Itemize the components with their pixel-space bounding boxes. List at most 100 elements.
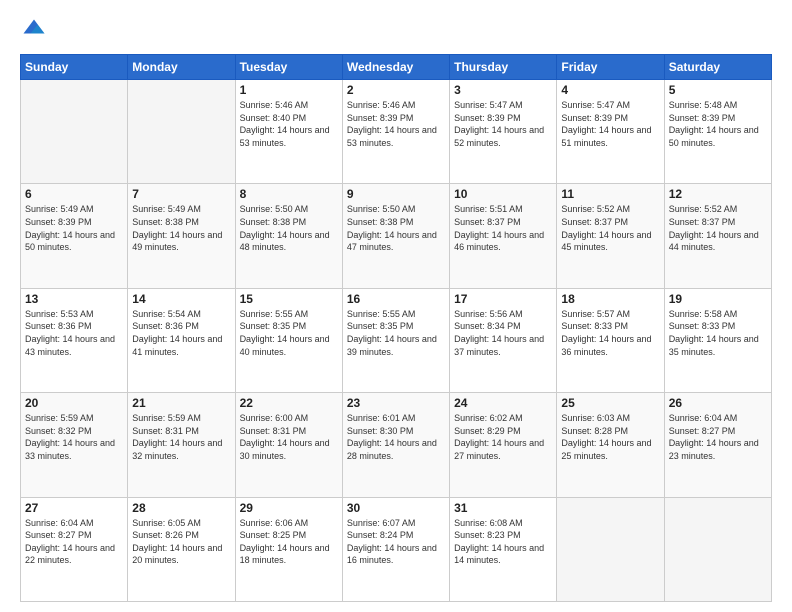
- col-header-saturday: Saturday: [664, 55, 771, 80]
- day-number: 22: [240, 396, 338, 410]
- day-number: 9: [347, 187, 445, 201]
- calendar-cell: 25Sunrise: 6:03 AM Sunset: 8:28 PM Dayli…: [557, 393, 664, 497]
- day-number: 21: [132, 396, 230, 410]
- day-info: Sunrise: 6:07 AM Sunset: 8:24 PM Dayligh…: [347, 517, 445, 567]
- calendar-week-row: 27 Sunrise: 6:04 AM Sunset: 8:27 PM Dayli…: [21, 497, 772, 601]
- day-info: Sunrise: 5:52 AM Sunset: 8:37 PM Dayligh…: [561, 203, 659, 253]
- day-number: 14: [132, 292, 230, 306]
- day-info: Sunrise: 5:55 AM Sunset: 8:35 PM Dayligh…: [347, 308, 445, 358]
- day-info: Sunrise: 5:50 AM Sunset: 8:38 PM Dayligh…: [240, 203, 338, 253]
- calendar-cell: [557, 497, 664, 601]
- day-info: Sunrise: 6:04 AM Sunset: 8:27 PM Dayligh…: [25, 517, 123, 567]
- calendar-cell: 22 Sunrise: 6:00 AM Sunset: 8:31 PM Dayli…: [235, 393, 342, 497]
- day-number: 18: [561, 292, 659, 306]
- day-number: 19: [669, 292, 767, 306]
- calendar-cell: 9 Sunrise: 5:50 AM Sunset: 8:38 PM Daylig…: [342, 184, 449, 288]
- calendar-cell: 15 Sunrise: 5:55 AM Sunset: 8:35 PM Dayli…: [235, 288, 342, 392]
- day-number: 16: [347, 292, 445, 306]
- calendar-cell: 27 Sunrise: 6:04 AM Sunset: 8:27 PM Dayli…: [21, 497, 128, 601]
- calendar-cell: [21, 80, 128, 184]
- day-number: 1: [240, 83, 338, 97]
- day-info: Sunrise: 5:48 AM Sunset: 8:39 PM Dayligh…: [669, 99, 767, 149]
- day-number: 11: [561, 187, 659, 201]
- day-info: Sunrise: 5:55 AM Sunset: 8:35 PM Dayligh…: [240, 308, 338, 358]
- calendar-cell: 3 Sunrise: 5:47 AM Sunset: 8:39 PM Daylig…: [450, 80, 557, 184]
- calendar-week-row: 13 Sunrise: 5:53 AM Sunset: 8:36 PM Dayli…: [21, 288, 772, 392]
- day-info: Sunrise: 5:46 AM Sunset: 8:39 PM Dayligh…: [347, 99, 445, 149]
- day-info: Sunrise: 6:00 AM Sunset: 8:31 PM Dayligh…: [240, 412, 338, 462]
- day-number: 23: [347, 396, 445, 410]
- logo-icon: [20, 16, 48, 44]
- day-number: 15: [240, 292, 338, 306]
- calendar-cell: 8 Sunrise: 5:50 AM Sunset: 8:38 PM Daylig…: [235, 184, 342, 288]
- day-number: 6: [25, 187, 123, 201]
- day-number: 20: [25, 396, 123, 410]
- day-number: 30: [347, 501, 445, 515]
- calendar-cell: 6 Sunrise: 5:49 AM Sunset: 8:39 PM Daylig…: [21, 184, 128, 288]
- calendar-cell: 23 Sunrise: 6:01 AM Sunset: 8:30 PM Dayli…: [342, 393, 449, 497]
- day-number: 12: [669, 187, 767, 201]
- day-info: Sunrise: 5:58 AM Sunset: 8:33 PM Dayligh…: [669, 308, 767, 358]
- day-number: 28: [132, 501, 230, 515]
- calendar-cell: 26Sunrise: 6:04 AM Sunset: 8:27 PM Dayli…: [664, 393, 771, 497]
- calendar-cell: 17Sunrise: 5:56 AM Sunset: 8:34 PM Dayli…: [450, 288, 557, 392]
- calendar-header-row: SundayMondayTuesdayWednesdayThursdayFrid…: [21, 55, 772, 80]
- day-info: Sunrise: 5:52 AM Sunset: 8:37 PM Dayligh…: [669, 203, 767, 253]
- calendar-cell: 13 Sunrise: 5:53 AM Sunset: 8:36 PM Dayli…: [21, 288, 128, 392]
- calendar-cell: 24Sunrise: 6:02 AM Sunset: 8:29 PM Dayli…: [450, 393, 557, 497]
- day-number: 2: [347, 83, 445, 97]
- calendar-table: SundayMondayTuesdayWednesdayThursdayFrid…: [20, 54, 772, 602]
- day-number: 10: [454, 187, 552, 201]
- col-header-wednesday: Wednesday: [342, 55, 449, 80]
- header: [20, 16, 772, 44]
- calendar-cell: 30 Sunrise: 6:07 AM Sunset: 8:24 PM Dayli…: [342, 497, 449, 601]
- logo: [20, 16, 52, 44]
- calendar-cell: [664, 497, 771, 601]
- day-info: Sunrise: 6:04 AM Sunset: 8:27 PM Dayligh…: [669, 412, 767, 462]
- calendar-cell: 5Sunrise: 5:48 AM Sunset: 8:39 PM Daylig…: [664, 80, 771, 184]
- day-number: 29: [240, 501, 338, 515]
- calendar-cell: 14 Sunrise: 5:54 AM Sunset: 8:36 PM Dayli…: [128, 288, 235, 392]
- day-number: 8: [240, 187, 338, 201]
- calendar-week-row: 6 Sunrise: 5:49 AM Sunset: 8:39 PM Daylig…: [21, 184, 772, 288]
- calendar-cell: [128, 80, 235, 184]
- day-info: Sunrise: 5:59 AM Sunset: 8:31 PM Dayligh…: [132, 412, 230, 462]
- day-info: Sunrise: 5:51 AM Sunset: 8:37 PM Dayligh…: [454, 203, 552, 253]
- page: SundayMondayTuesdayWednesdayThursdayFrid…: [0, 0, 792, 612]
- col-header-sunday: Sunday: [21, 55, 128, 80]
- calendar-cell: 2 Sunrise: 5:46 AM Sunset: 8:39 PM Daylig…: [342, 80, 449, 184]
- day-info: Sunrise: 5:53 AM Sunset: 8:36 PM Dayligh…: [25, 308, 123, 358]
- calendar-week-row: 20 Sunrise: 5:59 AM Sunset: 8:32 PM Dayli…: [21, 393, 772, 497]
- day-info: Sunrise: 5:57 AM Sunset: 8:33 PM Dayligh…: [561, 308, 659, 358]
- calendar-cell: 10 Sunrise: 5:51 AM Sunset: 8:37 PM Dayli…: [450, 184, 557, 288]
- day-info: Sunrise: 5:59 AM Sunset: 8:32 PM Dayligh…: [25, 412, 123, 462]
- calendar-cell: 28 Sunrise: 6:05 AM Sunset: 8:26 PM Dayli…: [128, 497, 235, 601]
- day-info: Sunrise: 5:56 AM Sunset: 8:34 PM Dayligh…: [454, 308, 552, 358]
- calendar-cell: 20 Sunrise: 5:59 AM Sunset: 8:32 PM Dayli…: [21, 393, 128, 497]
- calendar-cell: 19 Sunrise: 5:58 AM Sunset: 8:33 PM Dayli…: [664, 288, 771, 392]
- day-number: 7: [132, 187, 230, 201]
- day-info: Sunrise: 5:49 AM Sunset: 8:39 PM Dayligh…: [25, 203, 123, 253]
- day-info: Sunrise: 6:08 AM Sunset: 8:23 PM Dayligh…: [454, 517, 552, 567]
- day-number: 24: [454, 396, 552, 410]
- day-info: Sunrise: 5:46 AM Sunset: 8:40 PM Dayligh…: [240, 99, 338, 149]
- day-info: Sunrise: 5:47 AM Sunset: 8:39 PM Dayligh…: [454, 99, 552, 149]
- calendar-cell: 11 Sunrise: 5:52 AM Sunset: 8:37 PM Dayli…: [557, 184, 664, 288]
- col-header-monday: Monday: [128, 55, 235, 80]
- calendar-cell: 7Sunrise: 5:49 AM Sunset: 8:38 PM Daylig…: [128, 184, 235, 288]
- calendar-cell: 16 Sunrise: 5:55 AM Sunset: 8:35 PM Dayli…: [342, 288, 449, 392]
- day-info: Sunrise: 5:54 AM Sunset: 8:36 PM Dayligh…: [132, 308, 230, 358]
- calendar-cell: 21 Sunrise: 5:59 AM Sunset: 8:31 PM Dayli…: [128, 393, 235, 497]
- calendar-cell: 4Sunrise: 5:47 AM Sunset: 8:39 PM Daylig…: [557, 80, 664, 184]
- calendar-week-row: 1 Sunrise: 5:46 AM Sunset: 8:40 PM Daylig…: [21, 80, 772, 184]
- day-number: 13: [25, 292, 123, 306]
- calendar-cell: 18 Sunrise: 5:57 AM Sunset: 8:33 PM Dayli…: [557, 288, 664, 392]
- calendar-cell: 1 Sunrise: 5:46 AM Sunset: 8:40 PM Daylig…: [235, 80, 342, 184]
- day-info: Sunrise: 6:01 AM Sunset: 8:30 PM Dayligh…: [347, 412, 445, 462]
- day-number: 3: [454, 83, 552, 97]
- day-info: Sunrise: 6:05 AM Sunset: 8:26 PM Dayligh…: [132, 517, 230, 567]
- col-header-friday: Friday: [557, 55, 664, 80]
- calendar-cell: 29Sunrise: 6:06 AM Sunset: 8:25 PM Dayli…: [235, 497, 342, 601]
- day-number: 27: [25, 501, 123, 515]
- day-info: Sunrise: 5:50 AM Sunset: 8:38 PM Dayligh…: [347, 203, 445, 253]
